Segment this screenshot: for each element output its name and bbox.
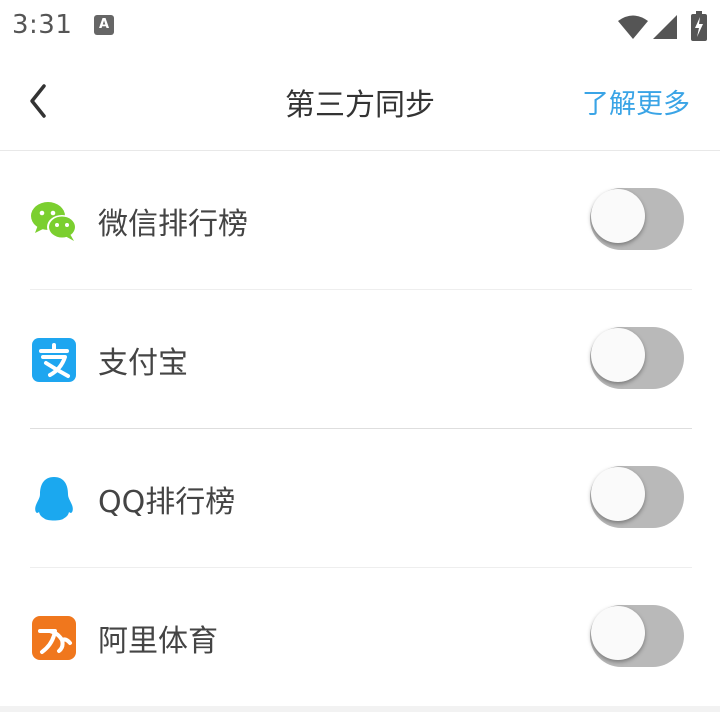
list-item-wechat: 微信排行榜	[0, 151, 720, 290]
alipay-toggle[interactable]	[590, 327, 684, 389]
toggle-knob	[591, 606, 645, 660]
item-label-alipay: 支付宝	[98, 346, 188, 381]
item-label-wechat: 微信排行榜	[98, 207, 248, 242]
ali-sports-toggle[interactable]	[590, 605, 684, 667]
notification-a-icon: A	[94, 15, 114, 35]
toggle-knob	[591, 189, 645, 243]
alipay-icon	[32, 338, 76, 382]
item-label-ali-sports: 阿里体育	[98, 624, 218, 659]
signal-icon	[653, 15, 677, 39]
screen: 3:31 A 第三方同步 了解更多 微信排行榜 支付宝 QQ排行榜 阿里体育	[0, 0, 720, 706]
toggle-knob	[591, 328, 645, 382]
wechat-toggle[interactable]	[590, 188, 684, 250]
qq-penguin-icon	[35, 477, 73, 521]
learn-more-link[interactable]: 了解更多	[582, 82, 690, 121]
wechat-icon	[31, 202, 77, 241]
list-item-alipay: 支付宝	[0, 290, 720, 429]
sync-list: 微信排行榜 支付宝 QQ排行榜 阿里体育	[0, 151, 720, 707]
battery-charging-icon	[691, 11, 707, 41]
wifi-icon	[618, 15, 648, 39]
status-time: 3:31	[12, 10, 73, 40]
list-item-ali-sports: 阿里体育	[0, 568, 720, 707]
header: 第三方同步 了解更多	[0, 52, 720, 151]
qq-toggle[interactable]	[590, 466, 684, 528]
toggle-knob	[591, 467, 645, 521]
list-item-qq: QQ排行榜	[0, 429, 720, 568]
status-bar: 3:31 A	[0, 0, 720, 52]
item-label-qq: QQ排行榜	[98, 485, 236, 520]
ali-sports-icon	[32, 616, 76, 660]
